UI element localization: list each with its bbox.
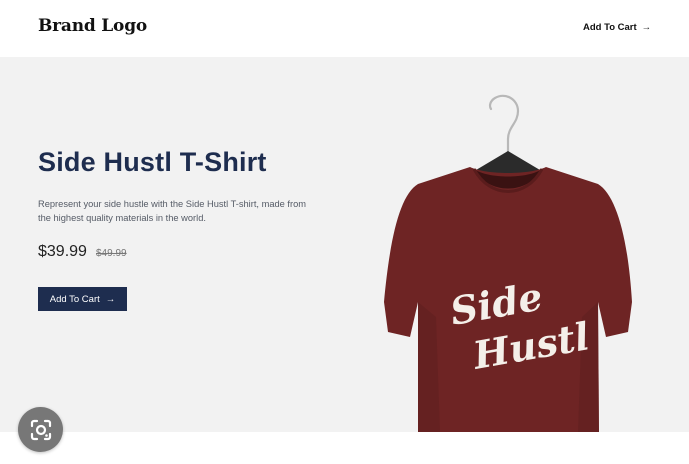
arrow-right-icon: → xyxy=(105,293,116,305)
product-description: Represent your side hustle with the Side… xyxy=(38,199,307,223)
product-original-price: $49.99 xyxy=(96,248,127,259)
arrow-right-icon: → xyxy=(641,22,652,33)
header-add-to-cart-link[interactable]: Add To Cart → xyxy=(583,22,651,33)
add-to-cart-label: Add To Cart xyxy=(49,293,100,305)
header-add-to-cart-label: Add To Cart xyxy=(583,22,637,33)
product-image: Side Hustl xyxy=(384,94,632,432)
lens-glyph xyxy=(30,419,51,440)
visual-search-icon[interactable] xyxy=(18,407,63,452)
hero-section: Side Hustl T-Shirt Represent your side h… xyxy=(0,57,689,432)
product-price: $39.99 xyxy=(38,243,87,260)
add-to-cart-button[interactable]: Add To Cart → xyxy=(38,287,127,311)
product-title: Side Hustl T-Shirt xyxy=(38,147,267,177)
site-header: Brand Logo Add To Cart → xyxy=(0,0,689,57)
brand-logo[interactable]: Brand Logo xyxy=(38,16,147,36)
